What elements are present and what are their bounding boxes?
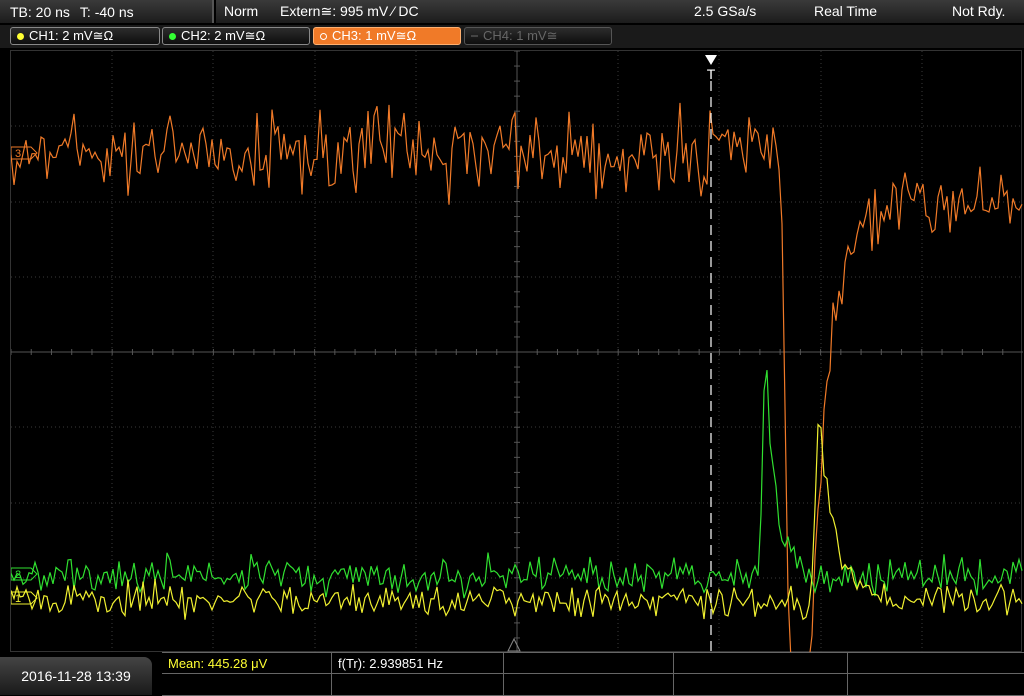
- channel-tab-ch3[interactable]: CH3: 1 mV≅Ω: [313, 27, 461, 45]
- channel-bar: CH1: 2 mV≅Ω CH2: 2 mV≅Ω CH3: 1 mV≅Ω CH4:…: [0, 25, 1024, 48]
- ch1-label: CH1: 2 mV≅Ω: [29, 28, 114, 43]
- datetime-display: 2016-11-28 13:39: [0, 657, 152, 695]
- measurement-slot-10[interactable]: [848, 674, 1024, 696]
- measurement-slot-5[interactable]: [848, 653, 1024, 674]
- ch3-marker-label: 3: [15, 148, 21, 160]
- timebase-label: TB: 20 ns: [10, 3, 70, 20]
- channel-tab-ch1[interactable]: CH1: 2 mV≅Ω: [10, 27, 160, 45]
- trigger-arrow-icon[interactable]: [705, 55, 717, 65]
- ch4-off-icon: [471, 35, 478, 37]
- center-marker-icon: [507, 637, 521, 652]
- ch3-dot-icon: [320, 32, 327, 40]
- trigger-source-label: Extern≅: 995 mV ⁄ DC: [280, 3, 419, 19]
- measurement-panel: Mean: 445.28 μV f(Tr): 2.939851 Hz: [162, 652, 1024, 696]
- measurement-slot-3[interactable]: [504, 653, 674, 674]
- frequency-measurement[interactable]: f(Tr): 2.939851 Hz: [332, 653, 504, 674]
- channel-tab-ch4[interactable]: CH4: 1 mV≅: [464, 27, 612, 45]
- trigger-time-label: T: -40 ns: [79, 3, 134, 20]
- timebase-panel[interactable]: TB: 20 ns T: -40 ns: [0, 0, 214, 23]
- trigger-marker-label: T: [707, 66, 716, 82]
- measurement-slot-7[interactable]: [332, 674, 504, 696]
- status-bar: TB: 20 ns T: -40 ns Norm Extern≅: 995 mV…: [0, 0, 1024, 24]
- ch3-label: CH3: 1 mV≅Ω: [332, 28, 417, 43]
- trigger-panel[interactable]: Norm Extern≅: 995 mV ⁄ DC 2.5 GSa/s Real…: [216, 0, 1024, 23]
- ch2-label: CH2: 2 mV≅Ω: [181, 28, 266, 43]
- mean-measurement[interactable]: Mean: 445.28 μV: [162, 653, 332, 674]
- ch1-marker-label: 1: [15, 593, 21, 605]
- measurement-slot-9[interactable]: [674, 674, 848, 696]
- trigger-mode-label: Norm: [224, 3, 259, 19]
- run-state-label: Not Rdy.: [952, 3, 1006, 19]
- measurement-slot-4[interactable]: [674, 653, 848, 674]
- waveform-display[interactable]: T 3 2 1: [10, 50, 1023, 653]
- acquisition-mode-label: Real Time: [814, 3, 878, 19]
- waveform-canvas[interactable]: T 3 2 1: [11, 51, 1023, 653]
- measurement-slot-8[interactable]: [504, 674, 674, 696]
- channel-tab-ch2[interactable]: CH2: 2 mV≅Ω: [162, 27, 310, 45]
- graticule: [11, 51, 1023, 653]
- ch4-label: CH4: 1 mV≅: [483, 28, 558, 43]
- ch2-offset-marker[interactable]: 2: [11, 567, 38, 581]
- ch1-dot-icon: [17, 32, 24, 40]
- sample-rate-label: 2.5 GSa/s: [694, 3, 757, 19]
- measurement-slot-6[interactable]: [162, 674, 332, 696]
- ch2-dot-icon: [169, 32, 176, 40]
- ch2-marker-label: 2: [15, 569, 21, 581]
